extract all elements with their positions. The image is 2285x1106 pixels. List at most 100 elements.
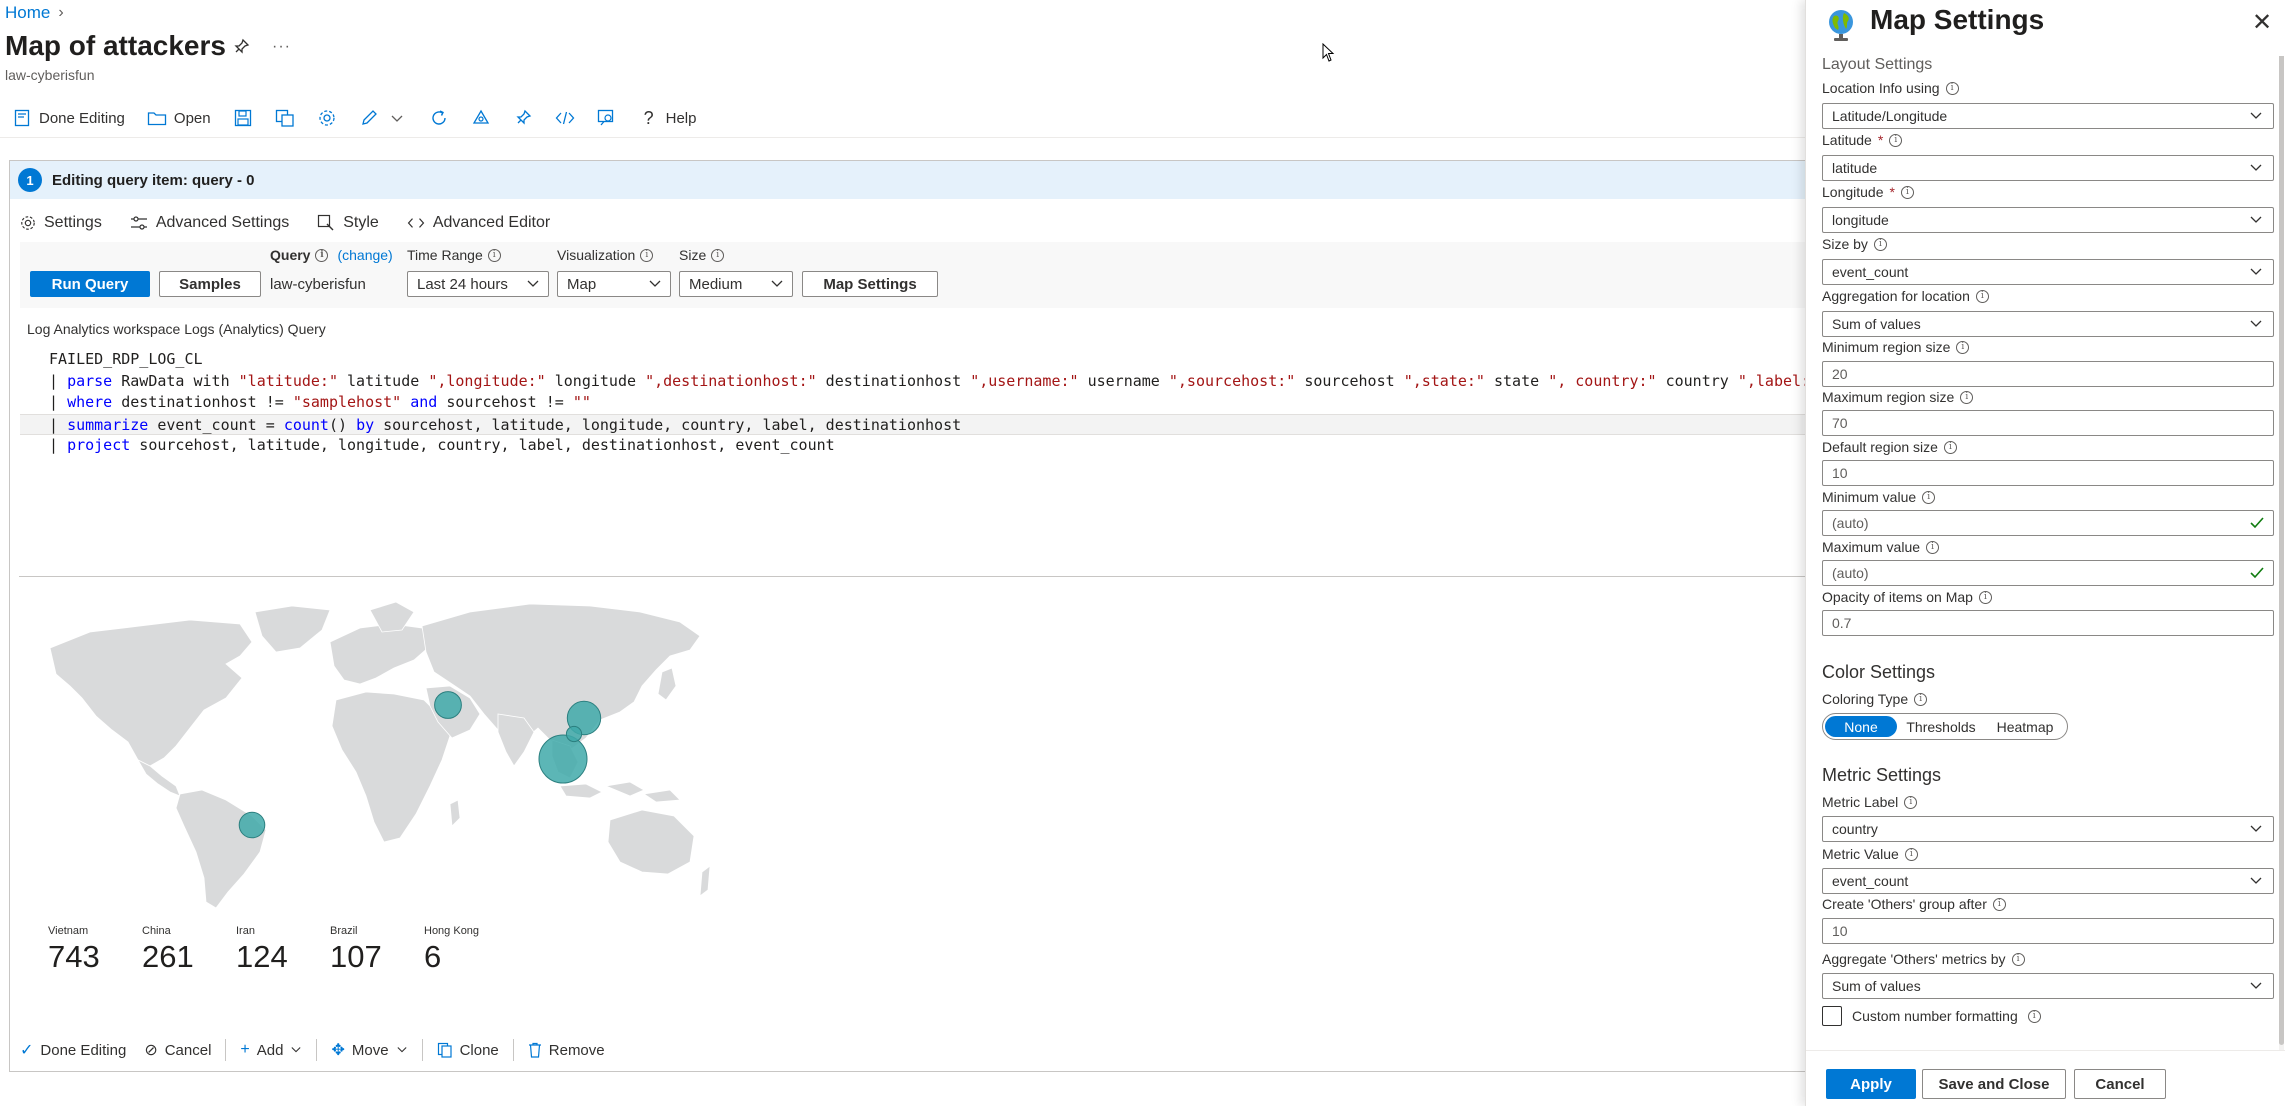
tab-settings[interactable]: Settings bbox=[20, 208, 102, 244]
info-icon[interactable]: i bbox=[711, 248, 725, 262]
tab-advanced-editor[interactable]: Advanced Editor bbox=[407, 208, 550, 238]
more-options-icon[interactable]: ··· bbox=[272, 38, 291, 56]
footer-done-editing-button[interactable]: ✓ Done Editing bbox=[20, 1040, 126, 1060]
coloring-option-thresholds[interactable]: Thresholds bbox=[1897, 716, 1985, 737]
tab-style[interactable]: Style bbox=[317, 208, 379, 238]
info-icon[interactable]: i bbox=[1956, 340, 1970, 354]
coloring-option-none[interactable]: None bbox=[1825, 716, 1897, 737]
info-icon[interactable]: i bbox=[2011, 952, 2025, 966]
metric-tile[interactable]: Brazil 107 bbox=[330, 925, 424, 975]
max-region-size-input[interactable]: 70 bbox=[1822, 410, 2274, 436]
aggregation-label-text: Aggregation for location bbox=[1822, 288, 1970, 304]
samples-button[interactable]: Samples bbox=[159, 271, 261, 297]
info-icon[interactable]: i bbox=[1926, 540, 1940, 554]
aggregation-dropdown[interactable]: Sum of values bbox=[1822, 311, 2274, 337]
info-icon[interactable]: i bbox=[1914, 692, 1928, 706]
feedback-icon[interactable] bbox=[597, 108, 617, 128]
min-value-input[interactable]: (auto) bbox=[1822, 510, 2274, 536]
footer-add-button[interactable]: + Add bbox=[240, 1041, 302, 1059]
save-icon[interactable] bbox=[233, 108, 253, 128]
info-icon[interactable]: i bbox=[315, 248, 329, 262]
tab-advanced-settings[interactable]: Advanced Settings bbox=[130, 208, 289, 238]
map-settings-button[interactable]: Map Settings bbox=[802, 271, 938, 297]
metric-settings-heading: Metric Settings bbox=[1822, 765, 1942, 785]
info-icon[interactable]: i bbox=[1992, 897, 2006, 911]
metric-tile[interactable]: Iran 124 bbox=[236, 925, 330, 975]
info-icon[interactable]: i bbox=[2027, 1009, 2041, 1023]
metric-label-dropdown[interactable]: country bbox=[1822, 816, 2274, 842]
apply-button[interactable]: Apply bbox=[1826, 1069, 1916, 1099]
map-bubble-vietnam[interactable] bbox=[538, 734, 588, 784]
info-icon[interactable]: i bbox=[1904, 795, 1918, 809]
size-by-dropdown[interactable]: event_count bbox=[1822, 259, 2274, 285]
map-bubble-hong-kong[interactable] bbox=[565, 725, 583, 743]
aggregate-others-dropdown[interactable]: Sum of values bbox=[1822, 973, 2274, 999]
done-editing-button[interactable]: Done Editing bbox=[12, 108, 125, 128]
others-group-after-input[interactable]: 10 bbox=[1822, 918, 2274, 944]
tab-settings-label: Settings bbox=[44, 214, 102, 231]
custom-number-formatting-checkbox[interactable]: Custom number formatting i bbox=[1822, 1006, 2041, 1026]
refresh-icon[interactable] bbox=[429, 108, 449, 128]
metric-tile[interactable]: China 261 bbox=[142, 925, 236, 975]
world-map[interactable] bbox=[30, 590, 710, 910]
autorefresh-icon[interactable] bbox=[471, 108, 491, 128]
chevron-down-icon[interactable] bbox=[387, 108, 407, 128]
query-code-editor[interactable]: FAILED_RDP_LOG_CL | parse RawData with "… bbox=[20, 349, 1873, 577]
info-icon[interactable]: i bbox=[1960, 390, 1974, 404]
save-and-close-button[interactable]: Save and Close bbox=[1922, 1069, 2066, 1099]
visualization-dropdown[interactable]: Map bbox=[557, 271, 671, 297]
pin-icon[interactable] bbox=[232, 38, 250, 56]
info-icon[interactable]: i bbox=[1900, 185, 1914, 199]
editing-banner: 1 Editing query item: query - 0 bbox=[10, 161, 1805, 199]
code-icon[interactable] bbox=[555, 108, 575, 128]
close-icon[interactable]: ✕ bbox=[2252, 8, 2272, 37]
edit-pencil-icon[interactable] bbox=[359, 108, 379, 128]
info-icon[interactable]: i bbox=[640, 248, 654, 262]
editor-splitter[interactable] bbox=[19, 576, 1805, 577]
info-icon[interactable]: i bbox=[1904, 847, 1918, 861]
run-query-button[interactable]: Run Query bbox=[30, 271, 150, 297]
max-value-input[interactable]: (auto) bbox=[1822, 560, 2274, 586]
opacity-input[interactable]: 0.7 bbox=[1822, 610, 2274, 636]
metric-value-dropdown[interactable]: event_count bbox=[1822, 868, 2274, 894]
info-icon[interactable]: i bbox=[1889, 133, 1903, 147]
code-line-current: | summarize event_count = count() by sou… bbox=[20, 413, 1805, 435]
map-bubble-brazil[interactable] bbox=[238, 811, 266, 839]
map-bubble-iran[interactable] bbox=[434, 691, 462, 719]
latitude-dropdown[interactable]: latitude bbox=[1822, 155, 2274, 181]
size-dropdown[interactable]: Medium bbox=[679, 271, 793, 297]
coloring-option-heatmap[interactable]: Heatmap bbox=[1985, 716, 2065, 737]
location-info-dropdown[interactable]: Latitude/Longitude bbox=[1822, 103, 2274, 129]
info-icon[interactable]: i bbox=[1943, 440, 1957, 454]
footer-cancel-button[interactable]: ⊘ Cancel bbox=[144, 1040, 211, 1060]
metric-value-label: Metric Value i bbox=[1822, 846, 1918, 862]
pin-toolbar-icon[interactable] bbox=[513, 108, 533, 128]
longitude-dropdown[interactable]: longitude bbox=[1822, 207, 2274, 233]
panel-scrollbar-thumb[interactable] bbox=[2279, 0, 2284, 1045]
info-icon[interactable]: i bbox=[1945, 81, 1959, 95]
info-icon[interactable]: i bbox=[1978, 590, 1992, 604]
metric-tile[interactable]: Hong Kong 6 bbox=[424, 925, 518, 975]
breadcrumb-home-link[interactable]: Home bbox=[5, 3, 50, 23]
footer-clone-button[interactable]: Clone bbox=[437, 1042, 499, 1059]
footer-remove-button[interactable]: Remove bbox=[528, 1042, 605, 1059]
time-range-dropdown[interactable]: Last 24 hours bbox=[407, 271, 549, 297]
footer-move-button[interactable]: ✥ Move bbox=[331, 1040, 407, 1060]
settings-gear-icon[interactable] bbox=[317, 108, 337, 128]
default-region-size-input[interactable]: 10 bbox=[1822, 460, 2274, 486]
change-link[interactable]: (change) bbox=[337, 247, 392, 263]
min-region-size-input[interactable]: 20 bbox=[1822, 361, 2274, 387]
save-as-icon[interactable] bbox=[275, 108, 295, 128]
checkbox-box[interactable] bbox=[1822, 1006, 1842, 1026]
tile-label: Vietnam bbox=[48, 925, 89, 937]
open-button[interactable]: Open bbox=[147, 108, 211, 128]
info-icon[interactable]: i bbox=[1922, 490, 1936, 504]
default-region-size-label-text: Default region size bbox=[1822, 439, 1938, 455]
info-icon[interactable]: i bbox=[1975, 289, 1989, 303]
info-icon[interactable]: i bbox=[1873, 237, 1887, 251]
metric-tile[interactable]: Vietnam 743 bbox=[48, 925, 142, 975]
cancel-button[interactable]: Cancel bbox=[2074, 1069, 2166, 1099]
info-icon[interactable]: i bbox=[487, 248, 501, 262]
help-button[interactable]: ? Help bbox=[639, 108, 697, 128]
coloring-type-label: Coloring Type i bbox=[1822, 691, 1928, 707]
